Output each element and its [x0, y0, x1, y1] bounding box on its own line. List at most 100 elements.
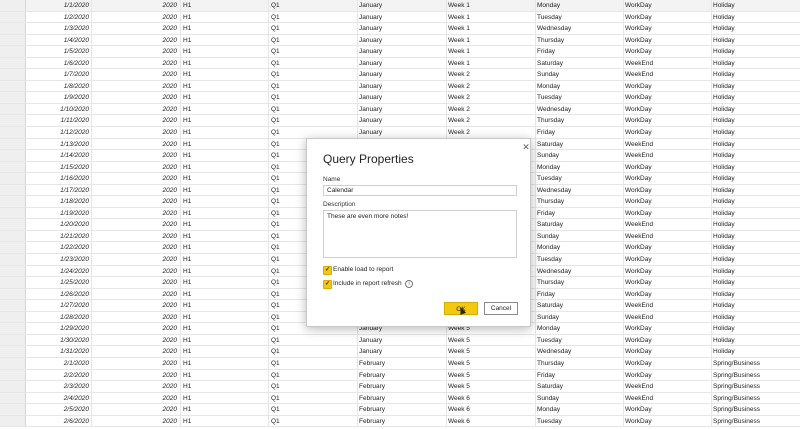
date-cell[interactable]: 2/4/2020: [26, 392, 92, 404]
half-cell[interactable]: H1: [181, 207, 269, 219]
year-cell[interactable]: 2020: [92, 346, 181, 357]
row-header[interactable]: [0, 196, 26, 207]
day-type-cell[interactable]: WorkDay: [624, 334, 712, 346]
half-cell[interactable]: H1: [181, 334, 269, 346]
season-cell[interactable]: Holiday: [712, 289, 800, 300]
year-cell[interactable]: 2020: [92, 300, 181, 311]
day-of-week-cell[interactable]: Monday: [536, 404, 624, 415]
day-of-week-cell[interactable]: Thursday: [536, 277, 624, 288]
week-cell[interactable]: Week 1: [447, 23, 536, 34]
half-cell[interactable]: H1: [181, 242, 269, 254]
day-type-cell[interactable]: WorkDay: [624, 11, 712, 23]
day-of-week-cell[interactable]: Tuesday: [536, 334, 624, 346]
date-cell[interactable]: 1/23/2020: [26, 254, 92, 265]
quarter-cell[interactable]: Q1: [269, 392, 358, 404]
date-cell[interactable]: 1/24/2020: [26, 265, 92, 277]
checkbox-checked-icon[interactable]: ✓: [323, 280, 332, 289]
date-cell[interactable]: 1/28/2020: [26, 311, 92, 323]
month-cell[interactable]: January: [358, 127, 447, 138]
quarter-cell[interactable]: Q1: [269, 127, 358, 138]
year-cell[interactable]: 2020: [92, 230, 181, 242]
day-of-week-cell[interactable]: Monday: [536, 161, 624, 173]
season-cell[interactable]: Holiday: [712, 266, 800, 277]
date-cell[interactable]: 1/27/2020: [26, 300, 92, 311]
year-cell[interactable]: 2020: [92, 127, 181, 138]
day-type-cell[interactable]: WorkDay: [624, 23, 712, 34]
year-cell[interactable]: 2020: [92, 334, 181, 346]
half-cell[interactable]: H1: [181, 103, 269, 115]
table-row[interactable]: 1/9/2020 2020 H1 Q1 January Week 2 Tuesday Work…: [0, 92, 800, 104]
day-of-week-cell[interactable]: Sunday: [536, 69, 624, 80]
year-cell[interactable]: 2020: [92, 184, 181, 196]
year-cell[interactable]: 2020: [92, 103, 181, 115]
table-row[interactable]: 1/11/2020 2020 H1 Q1 January Week 2 Thursday Wo…: [0, 115, 800, 128]
year-cell[interactable]: 2020: [92, 161, 181, 173]
day-of-week-cell[interactable]: Tuesday: [536, 11, 624, 23]
day-type-cell[interactable]: WorkDay: [624, 115, 712, 127]
half-cell[interactable]: H1: [181, 381, 269, 392]
year-cell[interactable]: 2020: [92, 323, 181, 334]
season-cell[interactable]: Holiday: [712, 335, 800, 346]
row-header[interactable]: [0, 23, 26, 34]
half-cell[interactable]: H1: [181, 415, 269, 427]
date-cell[interactable]: 1/1/2020: [26, 0, 92, 11]
year-cell[interactable]: 2020: [92, 207, 181, 219]
day-type-cell[interactable]: WorkDay: [624, 92, 712, 103]
season-cell[interactable]: Holiday: [712, 196, 800, 207]
season-cell[interactable]: Holiday: [712, 23, 800, 34]
day-of-week-cell[interactable]: Thursday: [536, 196, 624, 207]
half-cell[interactable]: H1: [181, 173, 269, 184]
day-type-cell[interactable]: WeekEnd: [624, 381, 712, 392]
year-cell[interactable]: 2020: [92, 381, 181, 392]
season-cell[interactable]: Holiday: [712, 35, 800, 46]
season-cell[interactable]: Holiday: [712, 173, 800, 184]
month-cell[interactable]: January: [358, 80, 447, 92]
month-cell[interactable]: February: [358, 381, 447, 392]
month-cell[interactable]: January: [358, 103, 447, 115]
day-of-week-cell[interactable]: Tuesday: [536, 173, 624, 184]
row-header[interactable]: [0, 277, 26, 288]
week-cell[interactable]: Week 5: [447, 346, 536, 357]
date-cell[interactable]: 2/6/2020: [26, 415, 92, 427]
close-icon[interactable]: ✕: [521, 142, 531, 152]
month-cell[interactable]: January: [358, 69, 447, 80]
day-type-cell[interactable]: WorkDay: [624, 80, 712, 92]
date-cell[interactable]: 1/20/2020: [26, 219, 92, 230]
half-cell[interactable]: H1: [181, 69, 269, 80]
day-type-cell[interactable]: WeekEnd: [624, 57, 712, 69]
year-cell[interactable]: 2020: [92, 57, 181, 69]
row-header[interactable]: [0, 103, 26, 115]
date-cell[interactable]: 1/18/2020: [26, 196, 92, 207]
half-cell[interactable]: H1: [181, 80, 269, 92]
cancel-button[interactable]: Cancel: [484, 302, 518, 315]
season-cell[interactable]: Holiday: [712, 115, 800, 126]
day-of-week-cell[interactable]: Thursday: [536, 34, 624, 46]
month-cell[interactable]: January: [358, 57, 447, 69]
day-of-week-cell[interactable]: Friday: [536, 127, 624, 138]
season-cell[interactable]: Holiday: [712, 104, 800, 115]
row-header[interactable]: [0, 173, 26, 184]
half-cell[interactable]: H1: [181, 46, 269, 57]
table-row[interactable]: 1/2/2020 2020 H1 Q1 January Week 1 Tuesday Work…: [0, 11, 800, 24]
year-cell[interactable]: 2020: [92, 404, 181, 415]
month-cell[interactable]: January: [358, 115, 447, 127]
row-header[interactable]: [0, 69, 26, 80]
year-cell[interactable]: 2020: [92, 392, 181, 404]
season-cell[interactable]: Holiday: [712, 92, 800, 103]
half-cell[interactable]: H1: [181, 11, 269, 23]
row-header[interactable]: [0, 138, 26, 150]
season-cell[interactable]: Holiday: [712, 127, 800, 138]
quarter-cell[interactable]: Q1: [269, 46, 358, 57]
day-type-cell[interactable]: WorkDay: [624, 357, 712, 369]
quarter-cell[interactable]: Q1: [269, 369, 358, 381]
day-of-week-cell[interactable]: Tuesday: [536, 415, 624, 427]
season-cell[interactable]: Holiday: [712, 162, 800, 173]
table-row[interactable]: 1/4/2020 2020 H1 Q1 January Week 1 Thursday Wor…: [0, 34, 800, 47]
row-header[interactable]: [0, 80, 26, 92]
day-type-cell[interactable]: WeekEnd: [624, 150, 712, 161]
quarter-cell[interactable]: Q1: [269, 381, 358, 392]
day-type-cell[interactable]: WorkDay: [624, 415, 712, 427]
week-cell[interactable]: Week 5: [447, 334, 536, 346]
date-cell[interactable]: 1/15/2020: [26, 161, 92, 173]
day-type-cell[interactable]: WorkDay: [624, 242, 712, 254]
